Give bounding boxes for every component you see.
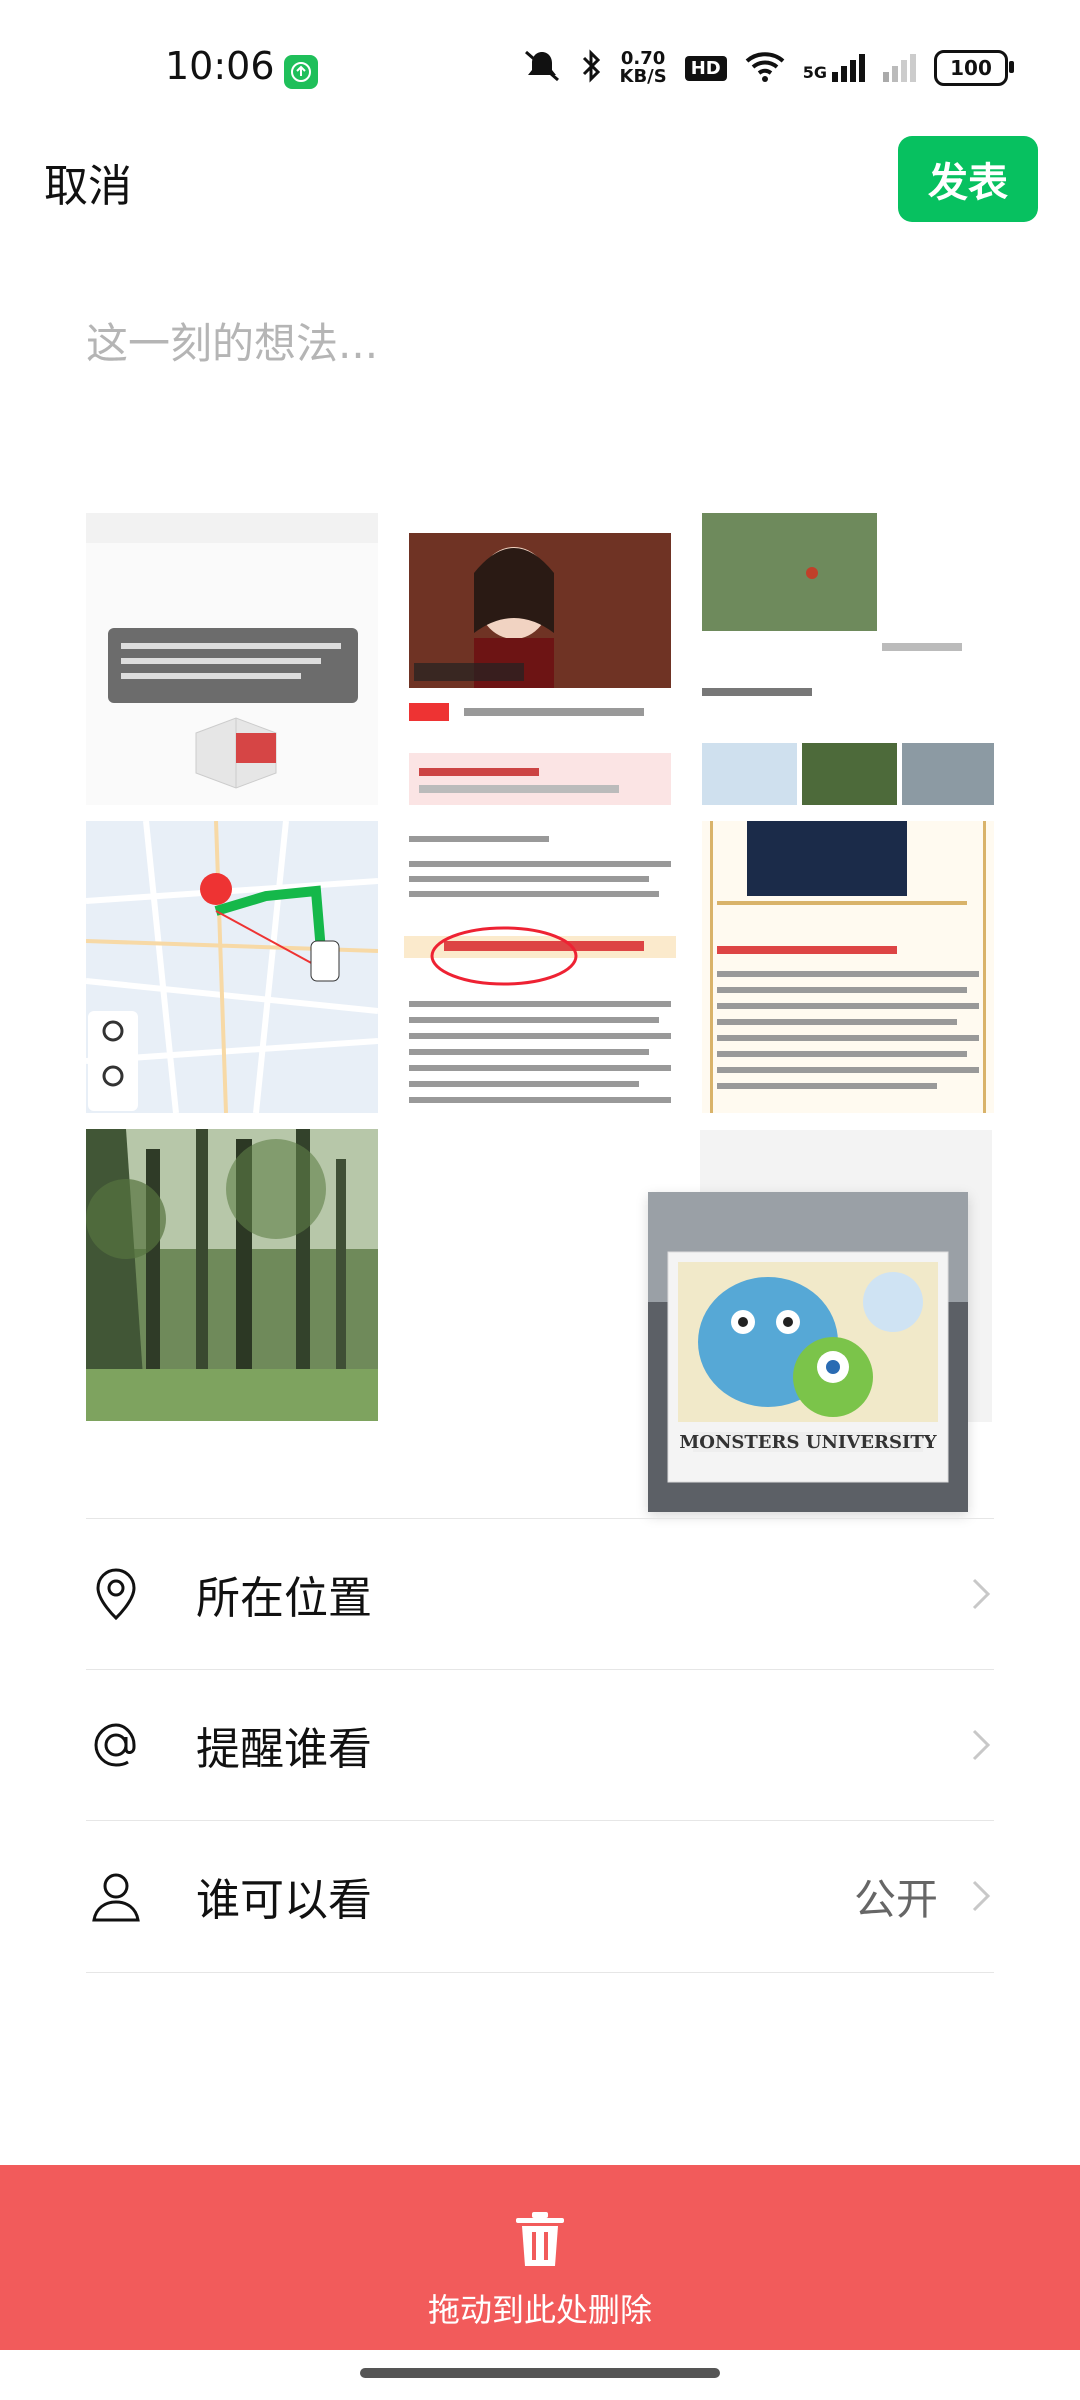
network-label: 5G [802,63,827,82]
image-profile-document[interactable] [702,821,994,1113]
status-icons: 0.70 KB/S HD 5G 100 [522,48,1014,88]
signal-empty-icon [883,54,916,82]
wifi-icon [745,50,785,86]
chevron-right-icon [968,1876,994,1916]
image-news-article[interactable] [394,513,686,805]
option-visibility[interactable]: 谁可以看 公开 [86,1821,994,1971]
thought-input[interactable]: 这一刻的想法... [86,310,378,371]
image-social-feed[interactable] [702,513,994,805]
divider [86,1972,994,1973]
network-speed: 0.70 KB/S [620,50,667,86]
delete-zone-label: 拖动到此处删除 [427,2291,652,2329]
image-map-route[interactable] [86,821,378,1113]
option-label: 提醒谁看 [196,1724,372,1775]
top-bar: 取消 发表 [0,130,1080,240]
speed-unit: KB/S [619,66,667,87]
image-monsters-university-dragging[interactable]: MONSTERS UNIVERSITY [648,1192,968,1512]
option-value: 公开 [853,1874,938,1924]
option-location[interactable]: 所在位置 [86,1519,994,1669]
svg-text:MONSTERS UNIVERSITY: MONSTERS UNIVERSITY [679,1432,937,1453]
status-time: 10:06 [165,44,275,88]
chevron-right-icon [968,1725,994,1765]
image-screenshot-dialog[interactable] [86,513,378,805]
mute-icon [522,48,562,88]
cancel-button[interactable]: 取消 [44,150,132,214]
image-document-text[interactable] [394,821,686,1113]
person-icon [86,1866,146,1926]
upload-icon [284,55,318,89]
bluetooth-icon [580,49,602,87]
hd-badge: HD [684,55,727,81]
signal-5g-icon: 5G [803,54,865,82]
option-remind[interactable]: 提醒谁看 [86,1670,994,1820]
chevron-right-icon [968,1574,994,1614]
home-indicator[interactable] [360,2368,720,2378]
location-pin-icon [86,1564,146,1624]
image-forest-photo[interactable] [86,1129,378,1421]
option-label: 所在位置 [196,1573,372,1624]
battery-indicator: 100 [934,50,1014,86]
status-bar: 10:06 0.70 KB/S HD 5G 100 [0,0,1080,130]
trash-icon [512,2210,568,2270]
at-icon [86,1715,146,1775]
option-label: 谁可以看 [196,1875,372,1926]
publish-button[interactable]: 发表 [898,136,1038,222]
